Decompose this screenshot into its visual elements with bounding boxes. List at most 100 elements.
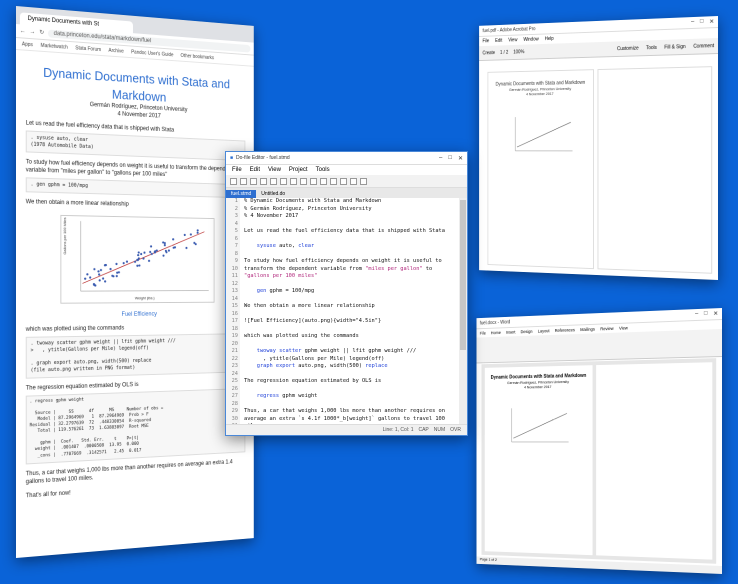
paragraph-3: We then obtain a more linear relationshi… <box>25 199 129 208</box>
ribbon-tab-mailings[interactable]: Mailings <box>580 327 595 332</box>
line-number: 22 <box>231 355 238 362</box>
minimize-icon[interactable]: – <box>695 311 698 318</box>
bookmark-marketwatch[interactable]: Marketwatch <box>41 42 68 50</box>
scatter-point <box>196 229 199 232</box>
tools-tab[interactable]: Tools <box>646 45 657 51</box>
cursor-position: Line: 1, Col: 1 <box>382 427 414 433</box>
scatter-point <box>98 279 101 282</box>
reload-icon[interactable]: ↻ <box>39 29 44 36</box>
customize-button[interactable]: Customize <box>617 45 639 52</box>
pdf-page-2 <box>597 66 713 274</box>
minimize-icon[interactable]: – <box>691 19 694 26</box>
scrollbar-thumb[interactable] <box>460 200 466 350</box>
code-line: , ytitle(Gallons per Mile) legend(off) <box>244 355 385 362</box>
scatter-point <box>86 273 89 276</box>
forward-icon[interactable]: → <box>30 29 36 35</box>
tab-untitled-do[interactable]: Untitled.do <box>256 190 290 198</box>
save-icon[interactable] <box>250 177 257 185</box>
menu-view[interactable]: View <box>508 37 517 43</box>
bookmark-archive[interactable]: Archive <box>108 47 123 54</box>
ribbon-tab-file[interactable]: File <box>480 331 486 336</box>
bookmark-pandoc[interactable]: Pandoc User's Guide <box>131 49 173 58</box>
bookmark-apps[interactable]: Apps <box>22 41 33 48</box>
plot-ylabel: Gallons per 100 Miles <box>62 217 67 254</box>
ribbon-tab-layout[interactable]: Layout <box>538 328 550 333</box>
close-icon[interactable]: ✕ <box>713 310 718 317</box>
create-button[interactable]: Create <box>482 50 495 56</box>
new-file-icon[interactable] <box>230 177 237 185</box>
menu-file[interactable]: File <box>232 167 242 173</box>
source-text[interactable]: % Dynamic Documents with Stata and Markd… <box>240 198 459 424</box>
menu-edit[interactable]: Edit <box>250 167 260 173</box>
ribbon-tab-references[interactable]: References <box>555 327 575 332</box>
close-icon[interactable]: ✕ <box>709 18 714 25</box>
ribbon-tab-home[interactable]: Home <box>491 330 501 335</box>
browser-window[interactable]: Dynamic Documents with St ← → ↻ data.pri… <box>16 6 254 558</box>
line-number: 18 <box>231 325 238 332</box>
fill-sign-tab[interactable]: Fill & Sign <box>664 44 685 51</box>
tab-fuel-stmd[interactable]: fuel.stmd <box>226 190 257 198</box>
close-icon[interactable]: ✕ <box>458 155 463 162</box>
scatter-point <box>193 241 196 244</box>
menu-tools[interactable]: Tools <box>316 167 330 173</box>
find-icon[interactable] <box>270 177 277 185</box>
code-line: Thus, a car that weighs 1,000 lbs more t… <box>244 408 445 414</box>
scatter-point <box>183 233 186 236</box>
maximize-icon[interactable]: □ <box>448 155 452 162</box>
menu-help[interactable]: Help <box>545 36 554 42</box>
ribbon-tab-view[interactable]: View <box>619 325 628 330</box>
line-number: 25 <box>231 378 238 384</box>
ribbon-tab-review[interactable]: Review <box>600 326 613 331</box>
menu-file[interactable]: File <box>482 38 489 44</box>
scatter-point <box>111 274 114 277</box>
back-icon[interactable]: ← <box>20 28 26 34</box>
open-icon[interactable] <box>240 177 247 185</box>
menu-project[interactable]: Project <box>289 167 308 173</box>
ribbon-tab-design[interactable]: Design <box>521 329 533 334</box>
menu-edit[interactable]: Edit <box>495 38 502 44</box>
run-icon[interactable] <box>350 177 357 185</box>
dofile-editor-window[interactable]: ■ Do-file Editor - fuel.stmd – □ ✕ File … <box>225 151 468 436</box>
paste-icon[interactable] <box>300 177 307 185</box>
word-page-2 <box>596 362 713 560</box>
scatter-point <box>102 277 105 280</box>
code-line: regress gphm weight <box>256 393 318 399</box>
word-window[interactable]: fuel.docx - Word – □ ✕ File Home Insert … <box>476 308 722 574</box>
zoom-field[interactable]: 100% <box>513 49 524 55</box>
copy-icon[interactable] <box>290 177 297 185</box>
editor-menubar: File Edit View Project Tools <box>226 165 467 175</box>
vertical-scrollbar[interactable] <box>459 198 467 424</box>
bookmark-icon[interactable] <box>330 177 337 185</box>
scatter-point <box>115 274 118 278</box>
acrobat-window[interactable]: fuel.pdf - Adobe Acrobat Pro – □ ✕ File … <box>479 16 718 280</box>
indent-icon[interactable] <box>340 177 347 185</box>
pdf-page-1: Dynamic Documents with Stata and Markdow… <box>487 69 594 270</box>
line-number: 10 <box>231 265 238 272</box>
code-line: transform the dependent variable from "m… <box>244 265 433 272</box>
code-line: % Dynamic Documents with Stata and Markd… <box>244 198 382 204</box>
bookmark-stata-forum[interactable]: Stata Forum <box>75 45 101 53</box>
print-icon[interactable] <box>260 177 267 185</box>
word-doc-date: 4 November 2017 <box>524 384 552 390</box>
line-number: 1 <box>234 198 238 204</box>
bookmark-other[interactable]: Other bookmarks <box>181 53 215 61</box>
comment-tab[interactable]: Comment <box>693 43 714 50</box>
minimize-icon[interactable]: – <box>439 155 442 162</box>
maximize-icon[interactable]: □ <box>700 19 703 26</box>
scatter-point <box>163 243 166 247</box>
undo-icon[interactable] <box>310 177 317 185</box>
menu-view[interactable]: View <box>268 167 281 173</box>
execute-icon[interactable] <box>360 177 367 185</box>
code-editor[interactable]: 1 2 3 4 5 6 7 8 9 10 11 12 13 14 15 16 17 18 19 20 21 22 23 24 2… <box>226 198 459 435</box>
scatter-point <box>142 257 145 260</box>
redo-icon[interactable] <box>320 177 327 185</box>
maximize-icon[interactable]: □ <box>704 311 707 318</box>
line-number: 8 <box>234 250 238 257</box>
page-indicator[interactable]: 1 / 2 <box>500 49 508 55</box>
scatter-point <box>189 233 192 236</box>
ribbon-tab-insert[interactable]: Insert <box>506 330 516 335</box>
menu-window[interactable]: Window <box>523 37 538 43</box>
code-line: We then obtain a more linear relationshi… <box>244 303 375 309</box>
editor-toolbar <box>226 175 467 188</box>
cut-icon[interactable] <box>280 177 287 185</box>
